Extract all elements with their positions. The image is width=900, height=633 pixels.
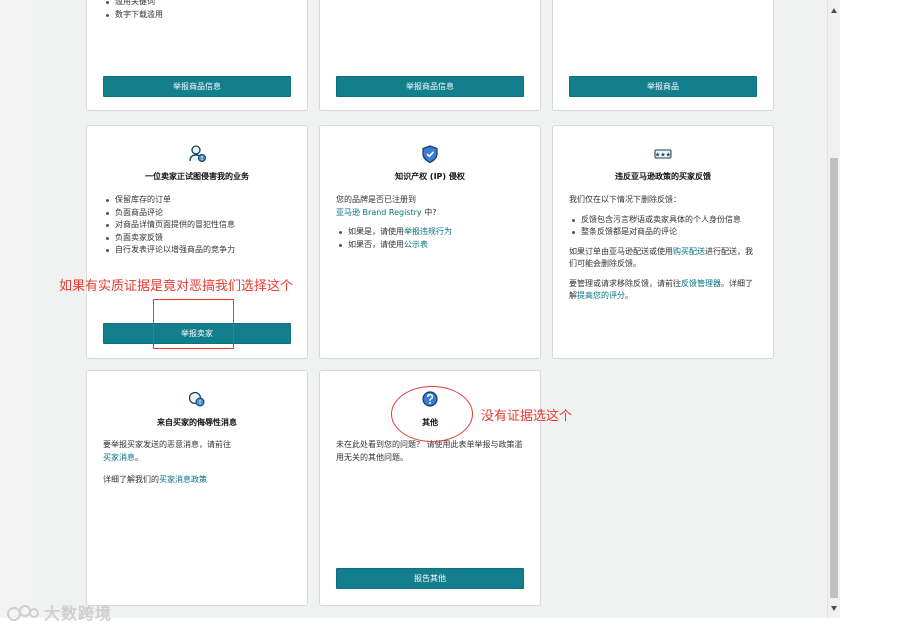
card-title: 违反亚马逊政策的买家反馈: [615, 172, 711, 181]
bullet-item: 负面卖家反馈: [103, 232, 293, 245]
person-warning-icon: [189, 145, 206, 162]
report-violation-link[interactable]: 举报违规行为: [404, 227, 452, 236]
bullet-item: 如果否，请使用公示表: [336, 239, 526, 252]
report-listing-button[interactable]: 举报商品信息: [336, 76, 524, 97]
report-product-button[interactable]: 举报商品: [569, 76, 757, 97]
bullet-item: 自行发表评论以增强商品的竞争力: [103, 244, 293, 257]
card-body: 要举报买家发送的恶意消息，请前往 买家消息。 详细了解我们的买家消息政策: [103, 439, 293, 487]
bullet-item: 负面商品评论: [103, 207, 293, 220]
bullet-item: 滥用关键词: [103, 0, 293, 9]
card-listing-report-1: 滥用关键词 数字下载滥用 举报商品信息: [86, 0, 308, 111]
stars-icon: ★★★: [654, 149, 672, 159]
buy-shipping-link[interactable]: 购买配送: [673, 247, 705, 256]
fba-paragraph: 如果订单由亚马逊配送或使用购买配送进行配送，我们可能会删除反馈。: [569, 246, 759, 271]
card-listing-report-2: 举报商品信息: [319, 0, 541, 111]
card-bullets: 保留库存的订单 负面商品评论 对商品详情页面提供的冒犯性信息 负面卖家反馈 自行…: [103, 194, 293, 257]
feedback-manager-paragraph: 要管理或请求移除反馈，请前往反馈管理器。详细了解提高您的评分。: [569, 278, 759, 303]
watermark-text: 大数跨境: [44, 604, 113, 623]
scroll-thumb[interactable]: [830, 158, 838, 598]
text-span: 如果否，请使用: [348, 239, 404, 249]
text-span: 要管理或请求移除反馈，请前往: [569, 278, 681, 288]
other-description: 未在此处看到您的问题？ 请使用此表单举报与政策滥用无关的其他问题。: [336, 440, 523, 462]
annotation-note-seller: 如果有实质证据是竟对恶搞我们选择这个: [59, 279, 294, 294]
scroll-down-arrow-icon[interactable]: [831, 606, 837, 611]
bullet-item: 数字下载滥用: [103, 9, 293, 22]
report-listing-button[interactable]: 举报商品信息: [103, 76, 291, 97]
text-span: 。: [625, 291, 633, 300]
feedback-manager-link[interactable]: 反馈管理器: [681, 279, 721, 288]
card-title: 一位卖家正试图侵害我的业务: [145, 172, 249, 181]
card-title: 知识产权 (IP) 侵权: [395, 172, 465, 181]
abusive-intro: 要举报买家发送的恶意消息，请前往: [103, 440, 231, 449]
public-form-link[interactable]: 公示表: [404, 240, 428, 249]
improve-rating-link[interactable]: 提高您的评分: [577, 291, 625, 300]
card-title: 来自买家的侮辱性消息: [157, 418, 237, 427]
screenshot-frame: 滥用关键词 数字下载滥用 举报商品信息 举报商品信息 举报商品 一位卖家正试图侵…: [0, 0, 900, 633]
bullet-item: 对商品详情页面提供的冒犯性信息: [103, 219, 293, 232]
messaging-policy-link[interactable]: 买家消息政策: [159, 475, 207, 484]
card-bullets: 滥用关键词 数字下载滥用: [103, 0, 293, 21]
brand-registry-question: 您的品牌是否已注册到: [336, 195, 416, 204]
svg-text:★★★: ★★★: [655, 152, 671, 159]
card-buyer-feedback: ★★★ 违反亚马逊政策的买家反馈 我们仅在以下情况下删除反馈： 反馈包含污言秽语…: [552, 125, 774, 359]
card-body: 我们仅在以下情况下删除反馈： 反馈包含污言秽语或卖家具体的个人身份信息 整条反馈…: [569, 194, 759, 303]
card-product-report: 举报商品: [552, 0, 774, 111]
chat-warning-icon: [188, 391, 205, 407]
annotation-highlight-ellipse: [391, 386, 473, 442]
vertical-scrollbar[interactable]: [827, 0, 840, 618]
text-span: 中?: [421, 207, 437, 217]
left-gutter: [0, 0, 33, 618]
annotation-highlight-box: [153, 299, 234, 349]
policy-line: 详细了解我们的买家消息政策: [103, 474, 293, 487]
bottom-margin: [0, 618, 900, 633]
card-abusive-messages: 来自买家的侮辱性消息 要举报买家发送的恶意消息，请前往 买家消息。 详细了解我们…: [86, 370, 308, 606]
scroll-up-arrow-icon[interactable]: [831, 8, 837, 13]
watermark: 大数跨境: [6, 600, 112, 624]
report-other-button[interactable]: 报告其他: [336, 568, 524, 589]
bullet-item: 如果是，请使用举报违规行为: [336, 226, 526, 239]
watermark-logo-icon: [7, 605, 39, 621]
bullet-item: 保留库存的订单: [103, 194, 293, 207]
shield-icon: [422, 145, 438, 164]
buyer-messages-link[interactable]: 买家消息: [103, 453, 135, 462]
page-content: 滥用关键词 数字下载滥用 举报商品信息 举报商品信息 举报商品 一位卖家正试图侵…: [33, 0, 827, 618]
right-margin: [840, 0, 900, 633]
buyer-messages-line: 买家消息。: [103, 452, 293, 465]
text-span: 详细了解我们的: [103, 475, 159, 484]
brand-registry-link[interactable]: 亚马逊 Brand Registry: [336, 208, 422, 217]
bullet-item: 反馈包含污言秽语或卖家具体的个人身份信息: [569, 214, 759, 227]
text-span: 如果订单由亚马逊配送或使用: [569, 246, 673, 256]
bullet-item: 整条反馈都是对商品的评论: [569, 226, 759, 239]
annotation-note-other: 没有证据选这个: [481, 409, 573, 424]
card-ip-infringement: 知识产权 (IP) 侵权 您的品牌是否已注册到 亚马逊 Brand Regist…: [319, 125, 541, 359]
card-body: 您的品牌是否已注册到 亚马逊 Brand Registry 中? 如果是，请使用…: [336, 194, 526, 251]
text-span: 。: [135, 452, 143, 462]
feedback-intro: 我们仅在以下情况下删除反馈：: [569, 195, 681, 204]
brand-registry-line: 亚马逊 Brand Registry 中?: [336, 207, 526, 220]
text-span: 如果是，请使用: [348, 227, 404, 236]
